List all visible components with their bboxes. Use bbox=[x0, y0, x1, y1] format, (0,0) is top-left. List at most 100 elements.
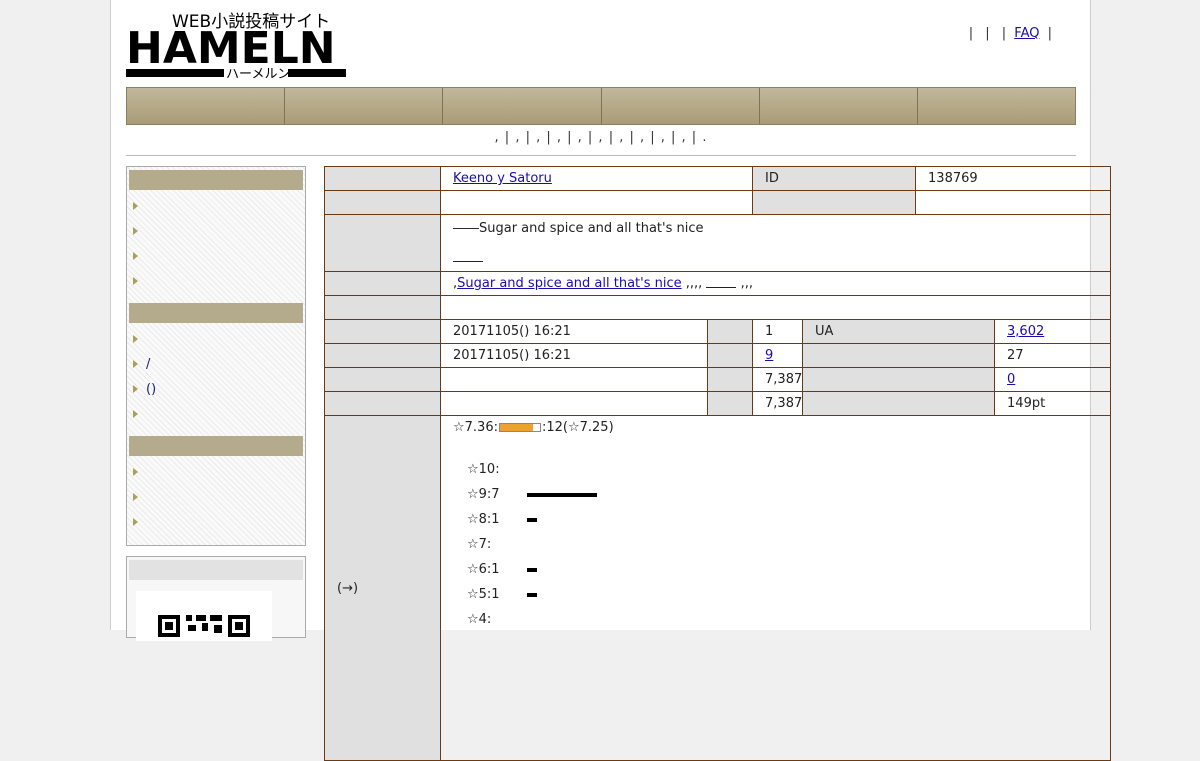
arrow-icon bbox=[133, 468, 138, 476]
qr-heading bbox=[129, 560, 303, 580]
top-link-sep: | bbox=[1047, 26, 1052, 41]
synopsis-rule bbox=[453, 253, 483, 262]
arrow-icon bbox=[133, 360, 138, 368]
sidebar-heading bbox=[129, 436, 303, 456]
qr-panel bbox=[126, 556, 306, 641]
ua-label: UA bbox=[802, 319, 996, 344]
rating-meter bbox=[498, 423, 541, 432]
sidebar-heading bbox=[129, 170, 303, 190]
author-label bbox=[324, 166, 441, 191]
arrow-icon bbox=[133, 410, 138, 418]
row-label bbox=[752, 190, 917, 215]
author-link[interactable]: Keeno y Satoru bbox=[453, 171, 582, 186]
rating-row-label: ☆4: bbox=[467, 612, 492, 627]
rating-cell: ☆7.36::12(☆7.25) ☆10: ☆9:7 ☆8:1 ☆7: ☆6:1 ☆5:1… bbox=[439, 415, 1112, 761]
row-label bbox=[324, 391, 441, 416]
updated-date: 20171105() 16:21 bbox=[440, 343, 708, 368]
nav-item-3[interactable] bbox=[443, 88, 602, 124]
rating-label: (→) bbox=[324, 415, 441, 761]
row-value bbox=[440, 391, 708, 416]
row-value bbox=[439, 190, 754, 215]
row-label bbox=[324, 367, 441, 392]
top-link-sep: | bbox=[968, 26, 974, 41]
synopsis-label bbox=[324, 214, 441, 272]
arrow-icon bbox=[133, 202, 138, 210]
reviews-link[interactable]: 0 bbox=[1007, 372, 1015, 387]
tag-link[interactable]: Sugar and spice and all that's nice bbox=[457, 276, 681, 291]
arrow-icon bbox=[133, 252, 138, 260]
episodes-value: 1 bbox=[752, 319, 804, 344]
sidebar-item[interactable]: () bbox=[127, 377, 305, 402]
rating-row-label: ☆7: bbox=[467, 537, 492, 552]
rating-row: ☆4: bbox=[467, 607, 1098, 632]
chars-value: 7,387 bbox=[752, 367, 804, 392]
top-link-sep: | bbox=[1001, 26, 1007, 41]
sidebar-menu: / () bbox=[126, 166, 306, 546]
published-date: 20171105() 16:21 bbox=[440, 319, 708, 344]
reviews-label bbox=[802, 367, 996, 392]
synopsis-cell: ――Sugar and spice and all that's nice bbox=[439, 214, 1112, 272]
rating-row: ☆8:1 bbox=[467, 507, 1098, 532]
arrow-icon bbox=[133, 227, 138, 235]
points-label bbox=[802, 391, 996, 416]
sidebar-item[interactable] bbox=[127, 244, 305, 269]
rating-row-label: ☆8:1 bbox=[467, 512, 500, 527]
nav-item-6[interactable] bbox=[918, 88, 1075, 124]
tags-label bbox=[324, 271, 441, 296]
sub-nav[interactable]: , | , | , | , | , | , | , | , | , | , | … bbox=[126, 130, 1076, 145]
rating-row: ☆6:1 bbox=[467, 557, 1098, 582]
rating-bar bbox=[527, 592, 537, 597]
sidebar-item[interactable]: / bbox=[127, 352, 305, 377]
rating-summary: ☆7.36::12(☆7.25) bbox=[453, 420, 614, 435]
nav-item-1[interactable] bbox=[127, 88, 286, 124]
row-value bbox=[440, 367, 708, 392]
nav-item-4[interactable] bbox=[602, 88, 760, 124]
favorites-link[interactable]: 9 bbox=[765, 348, 773, 363]
rating-row-label: ☆9:7 bbox=[467, 487, 500, 502]
nav-item-2[interactable] bbox=[285, 88, 444, 124]
points-value: 149pt bbox=[994, 391, 1112, 416]
arrow-icon bbox=[133, 518, 138, 526]
sidebar-item[interactable] bbox=[127, 327, 305, 352]
faq-link[interactable]: FAQ bbox=[1014, 26, 1039, 41]
sidebar-item[interactable] bbox=[127, 269, 305, 294]
ua-link[interactable]: 3,602 bbox=[1007, 324, 1044, 339]
arrow-icon bbox=[133, 335, 138, 343]
total-chars-label bbox=[706, 391, 754, 416]
row-value bbox=[915, 190, 1112, 215]
arrow-icon bbox=[133, 493, 138, 501]
divider bbox=[126, 155, 1076, 156]
chars-label bbox=[706, 367, 754, 392]
svg-text:ハーメルン: ハーメルン bbox=[226, 67, 290, 80]
rating-row: ☆9:7 bbox=[467, 482, 1098, 507]
tags-cell: ,Sugar and spice and all that's nice ,,,… bbox=[439, 271, 1112, 296]
rating-row: ☆5:1 bbox=[467, 582, 1098, 607]
tag-link-2[interactable] bbox=[706, 276, 737, 291]
novel-info-table: Keeno y Satoru ID 138769 ――Sugar and spi… bbox=[324, 166, 1112, 761]
sidebar-item[interactable] bbox=[127, 510, 305, 535]
rating-row-label: ☆6:1 bbox=[467, 562, 500, 577]
favorites-right: 27 bbox=[994, 343, 1112, 368]
top-link-sep: | bbox=[985, 26, 990, 41]
sidebar-item[interactable] bbox=[127, 194, 305, 219]
sidebar-item[interactable] bbox=[127, 485, 305, 510]
published-label bbox=[324, 319, 441, 344]
nav-item-5[interactable] bbox=[760, 88, 918, 124]
ua-cell: 3,602 bbox=[994, 319, 1112, 344]
sidebar-item[interactable] bbox=[127, 402, 305, 427]
sidebar-heading bbox=[129, 303, 303, 323]
main-nav bbox=[126, 87, 1076, 125]
arrow-icon bbox=[133, 277, 138, 285]
row-label bbox=[324, 295, 441, 320]
top-links: | | | FAQ | bbox=[965, 26, 1056, 41]
reviews-cell: 0 bbox=[994, 367, 1112, 392]
favorites-cell: 9 bbox=[752, 343, 804, 368]
row-label bbox=[324, 190, 441, 215]
updated-label bbox=[324, 343, 441, 368]
sidebar-item[interactable] bbox=[127, 219, 305, 244]
author-cell: Keeno y Satoru bbox=[439, 166, 754, 191]
sidebar-item[interactable] bbox=[127, 460, 305, 485]
total-chars-value: 7,387 bbox=[752, 391, 804, 416]
rating-bar bbox=[527, 517, 537, 522]
hameln-logo[interactable]: WEB小説投稿サイト HAMELN ハーメルン bbox=[126, 10, 346, 80]
